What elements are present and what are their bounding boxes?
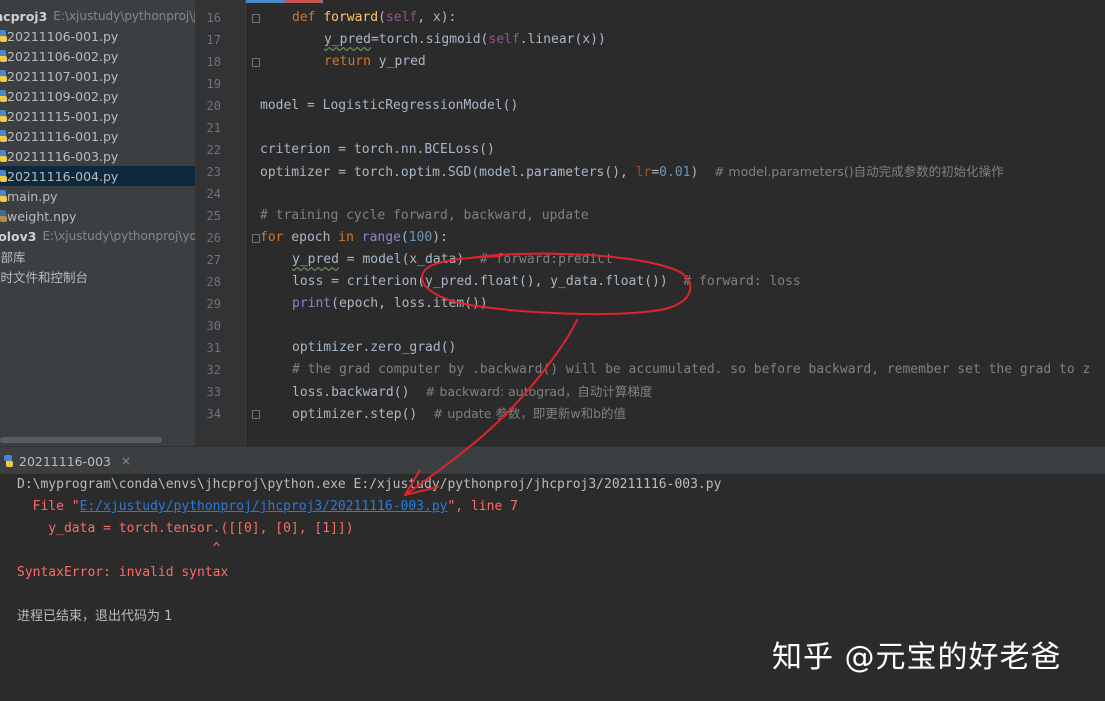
- line-number: 28: [206, 275, 221, 289]
- tree-item-file[interactable]: 20211116-001.py: [0, 126, 195, 146]
- tree-item-file[interactable]: 20211116-003.py: [0, 146, 195, 166]
- scratches-label: 临时文件和控制台: [0, 269, 89, 285]
- line-number: 27: [206, 253, 221, 267]
- python-file-icon: [0, 130, 7, 142]
- tree-item-file[interactable]: 20211107-001.py: [0, 66, 195, 86]
- line-number: 32: [206, 363, 221, 377]
- line-number: 18: [206, 55, 221, 69]
- run-tab-label: 20211116-003: [19, 453, 111, 469]
- code-line-27: y_pred = model(x_data) # forward:predict: [292, 252, 613, 267]
- code-line-22: criterion = torch.nn.BCELoss(): [260, 142, 495, 157]
- fold-marker-icon[interactable]: [252, 234, 260, 243]
- code-line-33: loss.backward() # backward: autograd，自动计…: [292, 384, 653, 400]
- tree-item-file[interactable]: weight.npy: [0, 206, 195, 226]
- code-line-20: model = LogisticRegressionModel(): [260, 98, 519, 113]
- code-editor[interactable]: 16 17 18 19 20 21 22 23 24 25 26 27 28 2…: [195, 0, 1105, 446]
- line-number: 26: [206, 231, 221, 245]
- tree-item-file[interactable]: 20211106-001.py: [0, 26, 195, 46]
- project2-name: yolov3: [0, 228, 37, 244]
- python-file-icon: [0, 90, 7, 102]
- file-label: 20211106-001.py: [7, 28, 119, 44]
- code-line-31: optimizer.zero_grad(): [292, 340, 457, 355]
- console-traceback-file: File "E:/xjustudy/pythonproj/jhcproj3/20…: [17, 499, 518, 514]
- file-label: 20211116-003.py: [7, 148, 119, 164]
- tree-item-file[interactable]: main.py: [0, 186, 195, 206]
- line-number: 30: [206, 319, 221, 333]
- line-number: 34: [206, 407, 221, 421]
- close-icon[interactable]: ×: [121, 454, 131, 468]
- python-file-icon: [0, 30, 7, 42]
- python-file-icon: [0, 70, 7, 82]
- line-number: 25: [206, 209, 221, 223]
- code-line-32: # the grad computer by .backward() will …: [292, 362, 1091, 377]
- code-line-23: optimizer = torch.optim.SGD(model.parame…: [260, 164, 1004, 180]
- python-file-icon: [0, 150, 7, 162]
- file-label: weight.npy: [7, 208, 77, 224]
- editor-tab-error-mark: [285, 0, 321, 3]
- python-file-icon: [0, 50, 7, 62]
- line-number: 17: [206, 33, 221, 47]
- line-number: 23: [206, 165, 221, 179]
- line-gutter: 16 17 18 19 20 21 22 23 24 25 26 27 28 2…: [195, 0, 245, 446]
- project2-path: E:\xjustudy\pythonproj\yolo: [42, 229, 195, 243]
- tree-item-file-selected[interactable]: 20211116-004.py: [0, 166, 195, 186]
- line-number: 24: [206, 187, 221, 201]
- code-line-25: # training cycle forward, backward, upda…: [260, 208, 589, 223]
- line-number: 33: [206, 385, 221, 399]
- tree-item-scratches[interactable]: 临时文件和控制台: [0, 266, 195, 286]
- file-label: 20211116-004.py: [7, 168, 119, 184]
- console-exit-message: 进程已结束，退出代码为 1: [17, 609, 173, 624]
- line-number: 31: [206, 341, 221, 355]
- project-name: jhcproj3: [0, 8, 48, 24]
- run-tab[interactable]: 20211116-003 ×: [0, 447, 131, 475]
- line-number: 16: [206, 11, 221, 25]
- tree-item-external-libraries[interactable]: 外部库: [0, 246, 195, 266]
- file-label: main.py: [7, 188, 58, 204]
- tree-item-project[interactable]: jhcproj3 E:\xjustudy\pythonproj\jhc: [0, 6, 195, 26]
- code-line-16: def forward(self, x):: [292, 10, 457, 25]
- gutter-separator: [245, 0, 246, 446]
- project-tree: jhcproj3 E:\xjustudy\pythonproj\jhc 2021…: [0, 0, 195, 446]
- console-traceback-caret: ^: [17, 541, 221, 556]
- zhihu-watermark: 知乎 @元宝的好老爸: [772, 640, 1062, 675]
- file-label: 20211116-001.py: [7, 128, 119, 144]
- code-line-29: print(epoch, loss.item()): [292, 296, 488, 311]
- line-number: 21: [206, 121, 221, 135]
- python-file-icon: [0, 110, 7, 122]
- fold-marker-icon[interactable]: [252, 410, 260, 419]
- file-label: 20211107-001.py: [7, 68, 119, 84]
- code-line-28: loss = criterion(y_pred.float(), y_data.…: [292, 274, 801, 289]
- code-line-17: y_pred=torch.sigmoid(self.linear(x)): [324, 32, 606, 47]
- external-libraries-label: 外部库: [0, 249, 26, 265]
- tree-item-file[interactable]: 20211106-002.py: [0, 46, 195, 66]
- traceback-file-link[interactable]: E:/xjustudy/pythonproj/jhcproj3/20211116…: [80, 499, 448, 514]
- line-number: 20: [206, 99, 221, 113]
- python-run-icon: [4, 455, 13, 467]
- sidebar-scrollbar[interactable]: [0, 437, 162, 443]
- tree-item-file[interactable]: 20211115-001.py: [0, 106, 195, 126]
- file-label: 20211109-002.py: [7, 88, 119, 104]
- code-line-34: optimizer.step() # update 参数，即更新w和b的值: [292, 406, 627, 422]
- tree-item-file[interactable]: 20211109-002.py: [0, 86, 195, 106]
- python-file-icon: [0, 170, 7, 182]
- fold-marker-icon[interactable]: [252, 58, 260, 67]
- fold-marker-icon[interactable]: [252, 14, 260, 23]
- console-traceback-code: y_data = torch.tensor.([[0], [0], [1]]): [17, 521, 354, 536]
- run-tool-window-header: 20211116-003 ×: [0, 446, 1105, 474]
- console-error-message: SyntaxError: invalid syntax: [17, 565, 229, 580]
- line-number: 19: [206, 77, 221, 91]
- code-line-18: return y_pred: [324, 54, 426, 69]
- file-label: 20211106-002.py: [7, 48, 119, 64]
- python-file-icon: [0, 190, 7, 202]
- file-label: 20211115-001.py: [7, 108, 119, 124]
- numpy-file-icon: [0, 210, 7, 222]
- code-line-26: for epoch in range(100):: [260, 230, 448, 245]
- line-number: 29: [206, 297, 221, 311]
- console-command-line: D:\myprogram\conda\envs\jhcproj\python.e…: [17, 477, 722, 492]
- project-path: E:\xjustudy\pythonproj\jhc: [53, 9, 195, 23]
- line-number: 22: [206, 143, 221, 157]
- tree-item-project2[interactable]: yolov3 E:\xjustudy\pythonproj\yolo: [0, 226, 195, 246]
